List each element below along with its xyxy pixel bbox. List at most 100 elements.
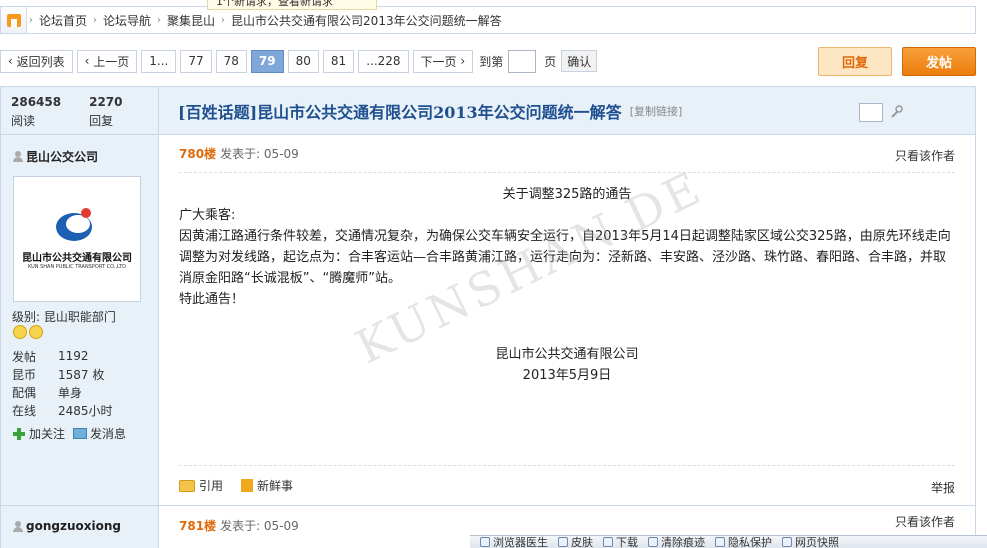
post-time: 发表于: 05-09 (220, 147, 299, 161)
post-781-header: 781楼 发表于: 05-09 只看该作者 (179, 513, 955, 537)
skin-icon (558, 537, 568, 547)
privacy-button[interactable]: 隐私保护 (715, 536, 772, 548)
views-count: 286458 (11, 95, 62, 109)
page-link[interactable]: 78 (215, 49, 247, 73)
info-key: 昆币 (12, 367, 37, 382)
clear-traces-button[interactable]: 清除痕迹 (648, 536, 705, 548)
views-label: 阅读 (11, 114, 36, 128)
copy-link-button[interactable]: [复制链接] (630, 103, 683, 119)
user-actions: 加关注 发消息 (13, 425, 134, 442)
floor-number[interactable]: 780楼 (179, 145, 216, 162)
notice-paragraph: 因黄浦江路通行条件较差，交通情况复杂，为确保公交车辆安全运行，自2013年5月1… (179, 229, 951, 286)
title-tool-box[interactable] (859, 103, 883, 122)
broom-icon (648, 537, 658, 547)
info-value: 1192 (58, 349, 89, 363)
page-link[interactable]: 77 (180, 49, 212, 73)
info-key: 在线 (12, 403, 37, 418)
user-info: 发帖 1192 昆币 1587 枚 配偶 单身 在线 2485小时 (12, 347, 113, 419)
chevron-right-icon: › (157, 14, 162, 26)
signature-date: 2013年5月9日 (522, 368, 612, 383)
breadcrumb-item-current[interactable]: 昆山市公共交通有限公司2013年公交问题统一解答 (227, 12, 506, 29)
company-logo-icon (56, 208, 92, 241)
page-unit-label: 页 (544, 54, 557, 69)
user-icon (13, 520, 23, 532)
author-sidebar: 286458 阅读 2270 回复 昆山公交公司 昆山市公共交通有限公司 KUN S… (1, 87, 159, 548)
home-icon (6, 13, 21, 27)
divider (159, 505, 975, 506)
thread-title: [百姓话题]昆山市公共交通有限公司2013年公交问题统一解答 (178, 102, 622, 122)
quote-button[interactable]: 引用 (179, 477, 223, 494)
doctor-icon (480, 537, 490, 547)
thread-stats: 286458 阅读 2270 回复 (1, 87, 158, 135)
info-value: 1587 枚 (58, 367, 105, 382)
goto-label: 到第 (479, 54, 504, 69)
breadcrumb-item[interactable]: 论坛首页 (35, 12, 91, 29)
replies-label: 回复 (89, 114, 114, 128)
floor-number[interactable]: 781楼 (179, 517, 216, 534)
pagination: ‹ 返回列表 ‹ 上一页 1... 77 78 79 80 81 ...228 … (0, 49, 598, 73)
only-author-link[interactable]: 只看该作者 (895, 513, 955, 530)
camera-icon (782, 537, 792, 547)
info-key: 发帖 (12, 349, 37, 364)
breadcrumb: › 论坛首页 › 论坛导航 › 聚集昆山 › 昆山市公共交通有限公司2013年公… (0, 6, 976, 34)
user-icon (13, 151, 23, 162)
closing: 特此通告！ (179, 292, 245, 307)
new-request-notice[interactable]: 1个新请求，查看新请求 (207, 0, 377, 10)
post-time: 发表于: 05-09 (220, 518, 299, 533)
breadcrumb-item[interactable]: 论坛导航 (99, 12, 155, 29)
avatar-company-english: KUN SHAN PUBLIC TRANSPORT CO.,LTD (27, 264, 127, 270)
page-link[interactable]: 1... (141, 49, 177, 73)
only-author-link[interactable]: 只看该作者 (895, 147, 955, 164)
browser-status-bar: 浏览器医生 皮肤 下载 清除痕迹 隐私保护 网页快照 (470, 535, 987, 548)
post-header: 780楼 发表于: 05-09 只看该作者 (179, 135, 955, 173)
replies-count: 2270 (89, 95, 123, 109)
page-link-current[interactable]: 79 (250, 49, 284, 73)
share-news-button[interactable]: 新鲜事 (241, 477, 293, 494)
home-button[interactable] (1, 7, 27, 33)
smiley-icon (29, 325, 43, 339)
follow-button[interactable]: 加关注 (13, 425, 65, 442)
chevron-right-icon: › (221, 14, 226, 26)
page-link[interactable]: 80 (287, 49, 319, 73)
chevron-right-icon: › (29, 14, 33, 26)
download-button[interactable]: 下载 (603, 536, 638, 548)
smiley-icon (13, 325, 27, 339)
reply-button[interactable]: 回复 (818, 47, 892, 76)
message-icon (73, 428, 88, 439)
info-value: 2485小时 (58, 403, 113, 418)
info-value: 单身 (58, 385, 83, 400)
post-780: 780楼 发表于: 05-09 只看该作者 关于调整325路的通告 广大乘客: … (179, 135, 955, 495)
back-to-list-button[interactable]: ‹ 返回列表 (0, 49, 73, 73)
skin-button[interactable]: 皮肤 (558, 536, 593, 548)
level-stars (13, 325, 45, 339)
send-message-button[interactable]: 发消息 (73, 425, 126, 442)
user-level: 级别: 昆山职能部门 (12, 310, 116, 324)
page-link[interactable]: ...228 (358, 49, 409, 73)
browser-doctor-button[interactable]: 浏览器医生 (480, 536, 548, 548)
breadcrumb-item[interactable]: 聚集昆山 (163, 12, 219, 29)
lock-icon (715, 537, 725, 547)
notice-title: 关于调整325路的通告 (502, 187, 632, 202)
download-icon (603, 537, 613, 547)
wrench-icon[interactable] (889, 105, 903, 119)
avatar[interactable]: 昆山市公共交通有限公司 KUN SHAN PUBLIC TRANSPORT CO… (13, 176, 141, 302)
thread-title-bar: [百姓话题]昆山市公共交通有限公司2013年公交问题统一解答 [复制链接] (159, 87, 975, 135)
prev-page-button[interactable]: ‹ 上一页 (76, 49, 138, 73)
divider (1, 505, 159, 506)
new-post-button[interactable]: 发帖 (902, 47, 976, 76)
author-name[interactable]: 昆山公交公司 (13, 148, 98, 165)
post-body: 关于调整325路的通告 广大乘客: 因黄浦江路通行条件较差，交通情况复杂，为确保… (179, 184, 955, 386)
page-link[interactable]: 81 (322, 49, 355, 73)
avatar-company-name: 昆山市公共交通有限公司 (22, 253, 132, 264)
page-number-input[interactable] (508, 49, 537, 73)
next-page-button[interactable]: 下一页 › (412, 49, 474, 73)
plus-icon (13, 427, 25, 440)
report-link[interactable]: 举报 (931, 479, 955, 496)
confirm-page-button[interactable]: 确认 (561, 50, 598, 72)
info-key: 配偶 (12, 385, 37, 400)
snapshot-button[interactable]: 网页快照 (782, 536, 839, 548)
signature-org: 昆山市公共交通有限公司 (495, 347, 639, 362)
next-author-name[interactable]: gongzuoxiong (13, 519, 121, 533)
thread-container: 286458 阅读 2270 回复 昆山公交公司 昆山市公共交通有限公司 KUN S… (0, 86, 976, 548)
greeting: 广大乘客: (179, 208, 236, 223)
